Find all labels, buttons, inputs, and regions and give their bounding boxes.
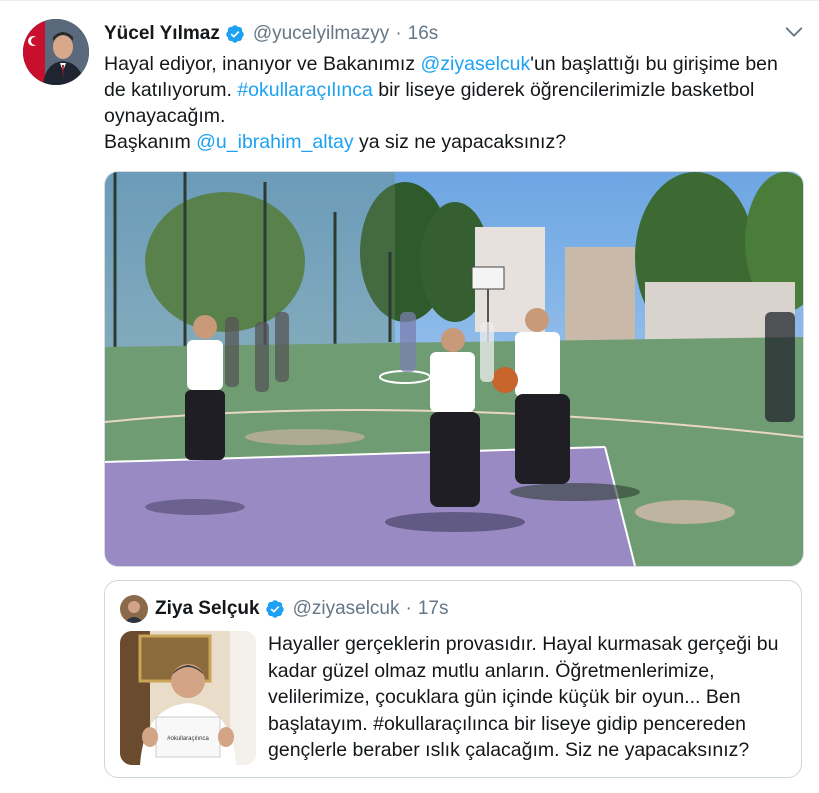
verified-badge-icon [226,25,244,43]
tweet-text-segment: Hayal ediyor, inanıyor ve Bakanımız [104,53,421,75]
tweet-paragraph-1: Hayal ediyor, inanıyor ve Bakanımız @ziy… [104,51,794,129]
top-divider [0,0,819,1]
hashtag-link[interactable]: #okullaraçılınca [237,79,373,101]
tweet-text-segment: ya siz ne yapacaksınız? [353,131,567,153]
separator-dot: · [405,598,412,619]
quoted-author-handle[interactable]: @ziyaselcuk [293,598,400,620]
quoted-tweet-photo[interactable]: #okullaraçılınca [120,631,256,765]
chevron-down-icon[interactable] [783,21,805,43]
quoted-tweet-header: Ziya Selçuk @ziyaselcuk · 17s [155,597,448,621]
quoted-tweet-card[interactable]: Ziya Selçuk @ziyaselcuk · 17s #okullaraç… [104,580,802,778]
quoted-author-name[interactable]: Ziya Selçuk [155,598,260,620]
quoted-tweet-timestamp[interactable]: 17s [418,598,449,620]
tweet-photo[interactable] [104,171,804,567]
tweet-text: Hayal ediyor, inanıyor ve Bakanımız @ziy… [104,51,794,155]
tweet-header: Yücel Yılmaz @yucelyilmazyy · 16s [104,21,438,47]
author-name[interactable]: Yücel Yılmaz [104,23,220,45]
separator-dot: · [395,23,402,44]
sign-text: #okullaraçılınca [167,736,209,742]
quoted-tweet-text: Hayaller gerçeklerin provasıdır. Hayal k… [268,633,779,761]
author-handle[interactable]: @yucelyilmazyy [253,23,389,45]
tweet-text-segment: Başkanım [104,131,197,153]
tweet-paragraph-2: Başkanım @u_ibrahim_altay ya siz ne yapa… [104,129,794,155]
verified-badge-icon [265,600,284,618]
tweet-timestamp[interactable]: 16s [408,23,439,45]
author-avatar[interactable] [23,19,89,85]
mention-link[interactable]: @u_ibrahim_altay [196,131,353,153]
quoted-author-avatar[interactable] [120,595,148,623]
mention-link[interactable]: @ziyaselcuk [421,53,531,75]
